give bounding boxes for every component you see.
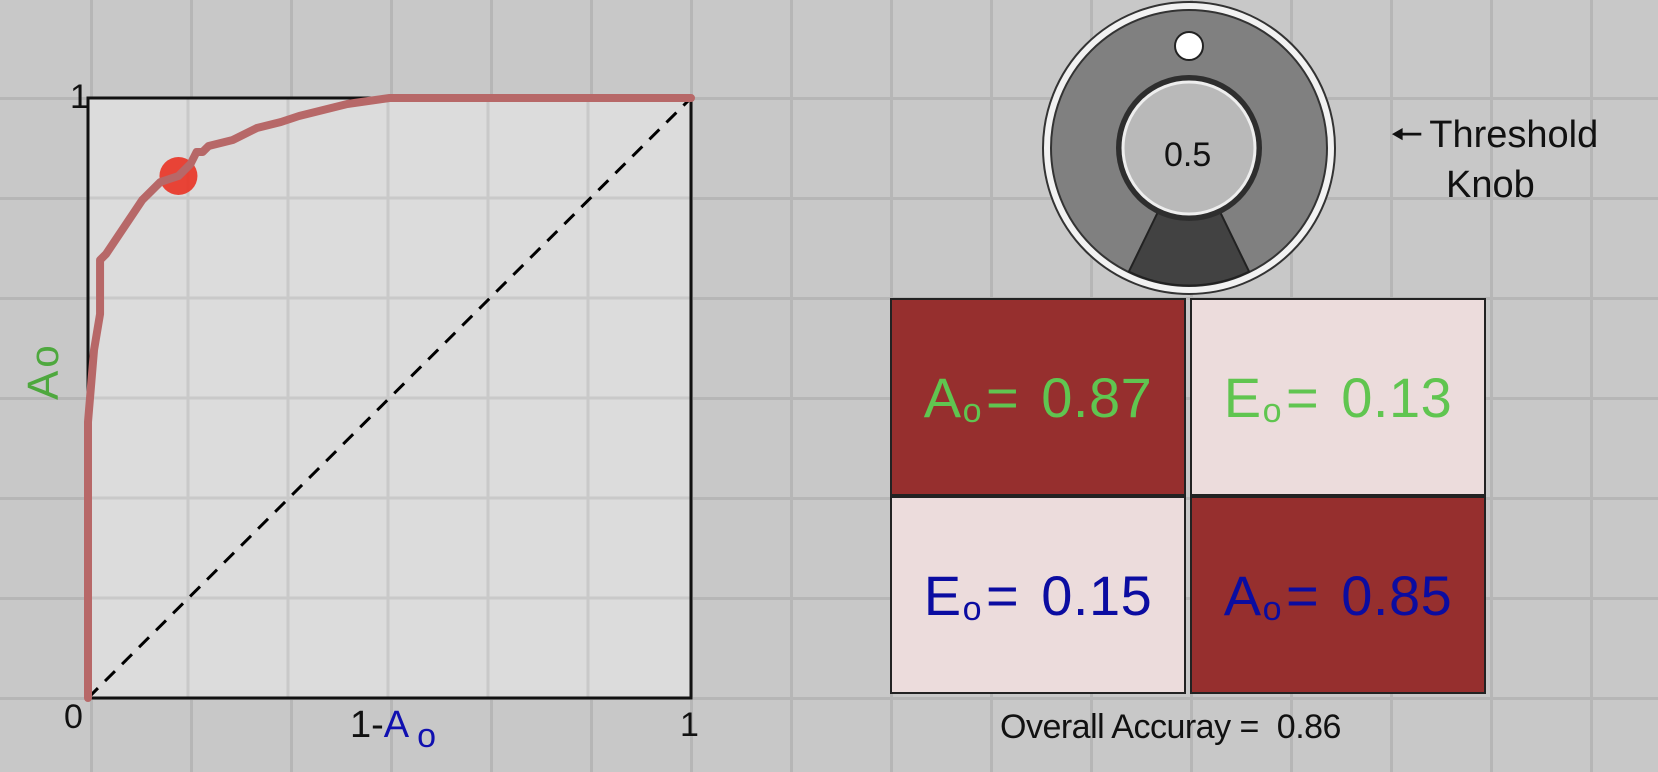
cell-equals: = xyxy=(1286,563,1320,627)
knob-caption-second: Knob xyxy=(1446,166,1535,204)
origin-tick: 0 xyxy=(64,698,83,736)
knob-indicator-dot[interactable] xyxy=(1174,31,1204,61)
knob-caption-line1: Threshold xyxy=(1429,114,1599,156)
cell-symbol: E xyxy=(923,563,962,627)
y-axis-symbol: A xyxy=(19,370,68,400)
cell-symbol: A xyxy=(1223,563,1262,627)
knob-value: 0.5 xyxy=(1164,136,1212,174)
cell-value: 0.87 xyxy=(1041,365,1153,429)
cell-symbol: E xyxy=(1223,365,1262,429)
overall-accuracy-label: Overall Accuray = xyxy=(1000,708,1259,746)
x-axis-label: 1-A o xyxy=(350,704,436,753)
cell-subscript: o xyxy=(1262,391,1283,430)
cell-symbol: A xyxy=(923,365,962,429)
matrix-cell-top-right: Eo = 0.13 xyxy=(1190,298,1486,496)
matrix-cell-bottom-left: Eo = 0.15 xyxy=(890,496,1186,694)
knob-caption: 🠔 Threshold xyxy=(1390,116,1598,154)
cell-value: 0.15 xyxy=(1041,563,1153,627)
overall-accuracy: Overall Accuray = 0.86 xyxy=(1000,710,1341,744)
y-axis-subscript: o xyxy=(23,345,67,368)
knob-caption-line2: Knob xyxy=(1446,164,1535,206)
left-arrow-icon: 🠔 xyxy=(1390,114,1424,156)
cell-subscript: o xyxy=(1262,589,1283,628)
matrix-cell-top-left: Ao = 0.87 xyxy=(890,298,1186,496)
x-axis-right-tick: 1 xyxy=(680,706,699,744)
cell-equals: = xyxy=(986,365,1020,429)
canvas: 1 0 1 Ao 1-A o 0.5 🠔 Threshold Knob Ao = 0.8… xyxy=(0,0,1658,772)
cell-subscript: o xyxy=(962,589,983,628)
cell-equals: = xyxy=(986,563,1020,627)
cell-equals: = xyxy=(1286,365,1320,429)
cell-value: 0.13 xyxy=(1341,365,1453,429)
y-axis-top-tick: 1 xyxy=(70,78,89,116)
y-axis-label: Ao xyxy=(19,345,68,400)
matrix-cell-bottom-right: Ao = 0.85 xyxy=(1190,496,1486,694)
x-axis-prefix: 1- xyxy=(350,704,384,746)
cell-subscript: o xyxy=(962,391,983,430)
x-axis-symbol: A xyxy=(383,704,410,746)
overall-accuracy-value: 0.86 xyxy=(1276,708,1342,746)
cell-value: 0.85 xyxy=(1341,563,1453,627)
x-axis-subscript: o xyxy=(417,717,437,755)
